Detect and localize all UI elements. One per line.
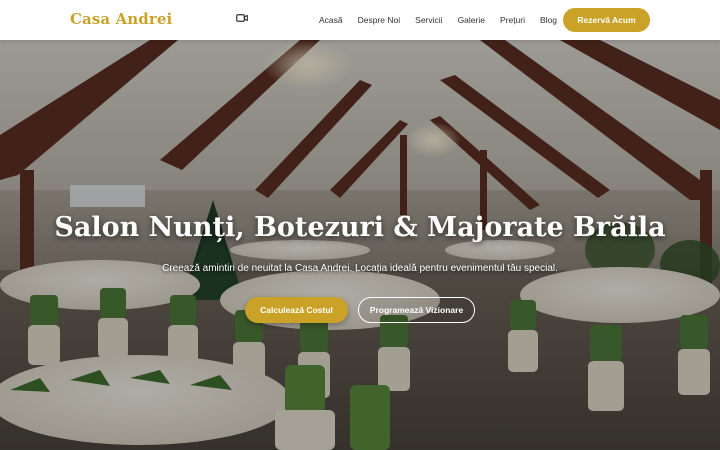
hero-background-photo [0,40,720,450]
main-nav: Acasă Despre Noi Servicii Galerie Prețur… [319,0,572,40]
nav-link-preturi[interactable]: Prețuri [500,15,525,25]
schedule-visit-button[interactable]: Programează Vizionare [358,297,475,323]
video-camera-icon[interactable] [236,13,248,23]
reserve-now-button[interactable]: Rezervă Acum [563,8,650,32]
nav-link-galerie[interactable]: Galerie [458,15,485,25]
nav-link-blog[interactable]: Blog [540,15,557,25]
nav-link-despre-noi[interactable]: Despre Noi [358,15,401,25]
brand-logo[interactable]: Casa Andrei [70,10,172,28]
hero-subtitle: Creează amintiri de neuitat la Casa Andr… [162,263,558,274]
hero-title: Salon Nunți, Botezuri & Majorate Brăila [54,212,666,243]
hero-section: Salon Nunți, Botezuri & Majorate Brăila … [0,40,720,450]
nav-link-acasa[interactable]: Acasă [319,15,343,25]
nav-link-servicii[interactable]: Servicii [415,15,442,25]
top-navbar: Casa Andrei Acasă Despre Noi Servicii Ga… [0,0,720,40]
calculate-cost-button[interactable]: Calculează Costul [245,297,348,323]
